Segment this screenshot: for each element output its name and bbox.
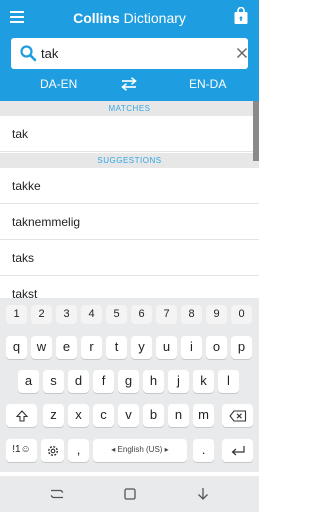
suggestions-header: SUGGESTIONS: [0, 153, 259, 168]
key-f[interactable]: f: [93, 370, 114, 393]
suggestion-item[interactable]: takst: [0, 276, 259, 298]
space-bar[interactable]: ◂ English (US) ▸: [93, 439, 187, 462]
key-d[interactable]: d: [68, 370, 89, 393]
key-m[interactable]: m: [193, 404, 214, 427]
backspace-key[interactable]: [222, 404, 253, 427]
lang-da-en-button[interactable]: DA-EN: [40, 77, 77, 91]
swap-arrows-icon[interactable]: [120, 76, 138, 92]
suggestion-item-label: taknemmelig: [12, 215, 81, 229]
key-g[interactable]: g: [118, 370, 139, 393]
key-b[interactable]: b: [143, 404, 164, 427]
key-7[interactable]: 7: [156, 305, 177, 324]
recent-apps-icon[interactable]: [48, 486, 66, 502]
key-a[interactable]: a: [18, 370, 39, 393]
search-input[interactable]: [41, 43, 221, 63]
key-n[interactable]: n: [168, 404, 189, 427]
enter-arrow-icon: [231, 445, 245, 455]
scrollbar-thumb[interactable]: [253, 101, 259, 161]
key-4[interactable]: 4: [81, 305, 102, 324]
shift-arrow-icon: [15, 409, 28, 422]
key-e[interactable]: e: [56, 336, 77, 359]
key-y[interactable]: y: [131, 336, 152, 359]
key-q[interactable]: q: [6, 336, 27, 359]
key-j[interactable]: j: [168, 370, 189, 393]
gear-icon: [47, 445, 58, 456]
key-w[interactable]: w: [31, 336, 52, 359]
key-z[interactable]: z: [43, 404, 64, 427]
key-k[interactable]: k: [193, 370, 214, 393]
space-bar-label: English (US): [117, 445, 163, 454]
app-screen: Collins Dictionary tak DA-EN EN-DA MATCH…: [0, 0, 259, 512]
key-8[interactable]: 8: [181, 305, 202, 324]
key-0[interactable]: 0: [231, 305, 252, 324]
match-item[interactable]: tak: [0, 116, 259, 152]
language-direction-bar: DA-EN EN-DA: [0, 73, 259, 97]
suggestion-item-label: takst: [12, 287, 38, 298]
search-icon: [19, 44, 37, 62]
enter-key[interactable]: [222, 439, 253, 462]
key-3[interactable]: 3: [56, 305, 77, 324]
settings-key[interactable]: [41, 439, 64, 462]
home-icon[interactable]: [122, 486, 140, 502]
suggestion-item[interactable]: takke: [0, 168, 259, 204]
app-title-suffix: Dictionary: [119, 10, 186, 26]
key-l[interactable]: l: [218, 370, 239, 393]
suggestion-item-label: taks: [12, 251, 35, 265]
app-title-brand: Collins: [73, 10, 120, 26]
period-key[interactable]: .: [193, 439, 214, 462]
key-p[interactable]: p: [231, 336, 252, 359]
on-screen-keyboard: 1 2 3 4 5 6 7 8 9 0 q w e r t y u i o p …: [0, 298, 259, 472]
suggestion-item[interactable]: taknemmelig: [0, 204, 259, 240]
key-t[interactable]: t: [106, 336, 127, 359]
key-o[interactable]: o: [206, 336, 227, 359]
key-i[interactable]: i: [181, 336, 202, 359]
key-5[interactable]: 5: [106, 305, 127, 324]
app-title: Collins Dictionary: [0, 9, 259, 27]
key-r[interactable]: r: [81, 336, 102, 359]
chevron-right-icon: ▸: [162, 445, 169, 454]
shopping-bag-icon[interactable]: [233, 6, 249, 25]
suggestion-item[interactable]: taks: [0, 240, 259, 276]
symbols-key[interactable]: !1☺: [6, 439, 37, 462]
app-header: Collins Dictionary tak DA-EN EN-DA: [0, 0, 259, 101]
match-item-label: tak: [12, 127, 29, 141]
close-icon[interactable]: [235, 46, 249, 60]
comma-key[interactable]: ,: [68, 439, 89, 462]
key-u[interactable]: u: [156, 336, 177, 359]
key-s[interactable]: s: [43, 370, 64, 393]
lang-en-da-button[interactable]: EN-DA: [189, 77, 226, 91]
shift-key[interactable]: [6, 404, 37, 427]
system-navigation-bar: [0, 476, 259, 512]
results-list[interactable]: MATCHES tak SUGGESTIONS takke taknemmeli…: [0, 101, 259, 298]
matches-header: MATCHES: [0, 101, 259, 116]
search-field[interactable]: [11, 38, 248, 69]
key-6[interactable]: 6: [131, 305, 152, 324]
key-c[interactable]: c: [93, 404, 114, 427]
backspace-icon: [228, 409, 246, 422]
suggestion-item-label: takke: [12, 179, 41, 193]
key-x[interactable]: x: [68, 404, 89, 427]
key-1[interactable]: 1: [6, 305, 27, 324]
key-v[interactable]: v: [118, 404, 139, 427]
key-2[interactable]: 2: [31, 305, 52, 324]
back-icon[interactable]: [195, 486, 213, 502]
key-9[interactable]: 9: [206, 305, 227, 324]
key-h[interactable]: h: [143, 370, 164, 393]
